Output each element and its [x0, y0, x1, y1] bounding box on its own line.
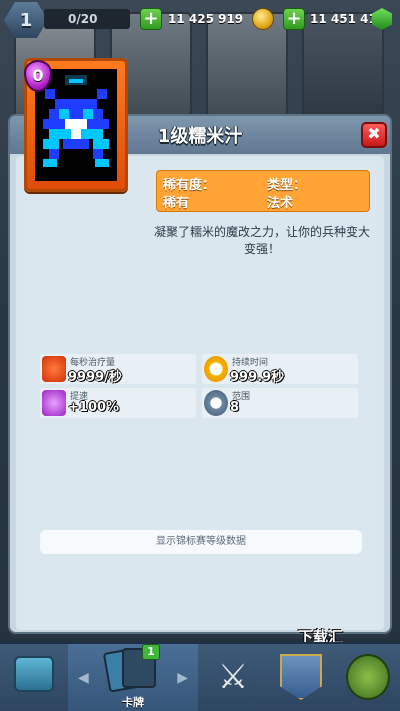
- range-icon: [204, 390, 228, 416]
- stat-value: 8: [230, 400, 240, 415]
- stat-value: 999.9秒: [230, 370, 285, 385]
- stat-speed-boost: 提速 +100%: [40, 388, 196, 418]
- xp-bar: 0/20: [44, 9, 130, 29]
- crossed-swords-icon: ⚔: [217, 657, 249, 697]
- tab-cards-label: 卡牌: [122, 696, 144, 709]
- arrow-left-icon: ◀: [78, 670, 89, 686]
- rarity-value: 稀有: [163, 196, 190, 211]
- cards-notification-badge: 1: [142, 644, 160, 660]
- dialog-title: 1级糯米汁: [157, 126, 243, 147]
- stat-value: 9999/秒: [68, 370, 122, 385]
- type-value: 法术: [267, 196, 294, 211]
- stat-value: +100%: [68, 400, 120, 415]
- stat-duration: 持续时间 999.9秒: [202, 354, 358, 385]
- type-label: 类型：: [267, 178, 307, 193]
- card-description: 凝聚了糯米的魔改之力，让你的兵种变大变强！: [153, 225, 370, 256]
- clock-icon: [204, 356, 228, 382]
- stat-range: 范围 8: [202, 388, 358, 418]
- arrow-right-icon: ▶: [177, 670, 188, 686]
- tab-league[interactable]: [334, 644, 400, 711]
- chest-icon: [14, 656, 54, 692]
- bottom-nav: ◀ 1 ▶ 卡牌 ⚔: [0, 642, 400, 711]
- rarity-label: 稀有度：: [163, 178, 216, 193]
- heart-icon: [42, 356, 66, 382]
- xp-text: 0/20: [68, 12, 98, 26]
- gold-amount: 11 425 919: [168, 12, 244, 26]
- card-info-box: 稀有度： 类型： 稀有 法术: [156, 170, 370, 212]
- level-badge[interactable]: 1: [4, 2, 48, 38]
- tab-battle[interactable]: ⚔: [198, 644, 268, 711]
- top-bar: 1 0/20 + 11 425 919 + 11 451 419: [0, 0, 400, 38]
- gold-coin-icon: [252, 8, 274, 30]
- speed-icon: [42, 390, 66, 416]
- laurel-icon: [346, 654, 390, 700]
- tab-cards[interactable]: ◀ 1 ▶ 卡牌: [68, 644, 198, 711]
- add-gems-button[interactable]: +: [283, 8, 305, 30]
- stat-heal-per-second: 每秒治疗量 9999/秒: [40, 354, 196, 385]
- add-gold-button[interactable]: +: [140, 8, 162, 30]
- tab-shop[interactable]: [0, 644, 68, 711]
- tournament-stats-button[interactable]: 显示锦标赛等级数据: [40, 530, 362, 554]
- close-button[interactable]: ✖: [361, 122, 387, 148]
- tab-clan[interactable]: [268, 644, 334, 711]
- clan-shield-icon: [280, 654, 322, 700]
